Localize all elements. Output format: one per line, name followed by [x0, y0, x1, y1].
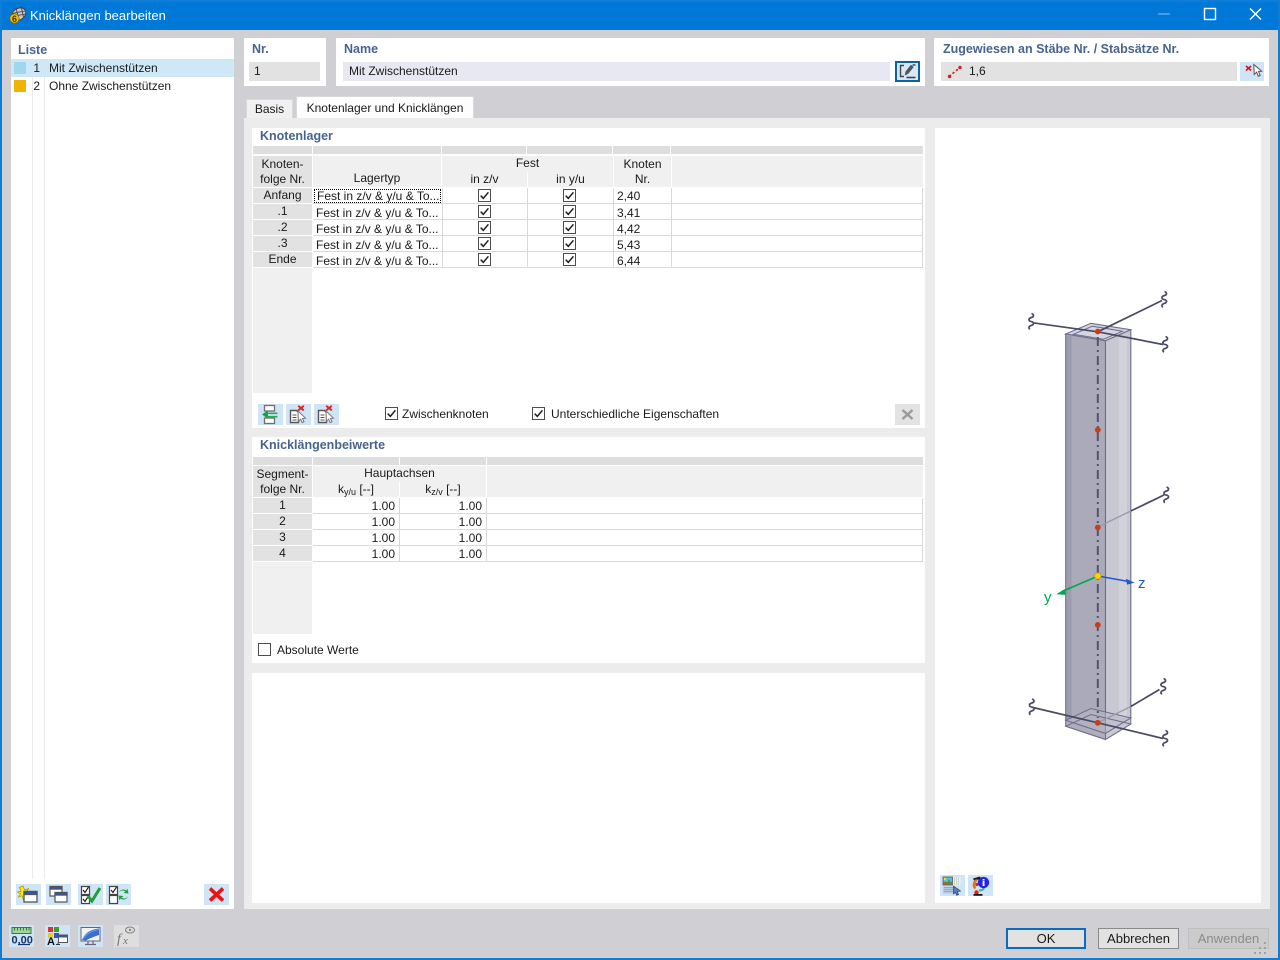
svg-text:z: z	[1138, 575, 1146, 592]
svg-text:A: A	[47, 936, 55, 947]
svg-text:x: x	[122, 935, 128, 947]
svg-text:6: 6	[12, 14, 17, 24]
svg-text:y: y	[1044, 589, 1052, 606]
